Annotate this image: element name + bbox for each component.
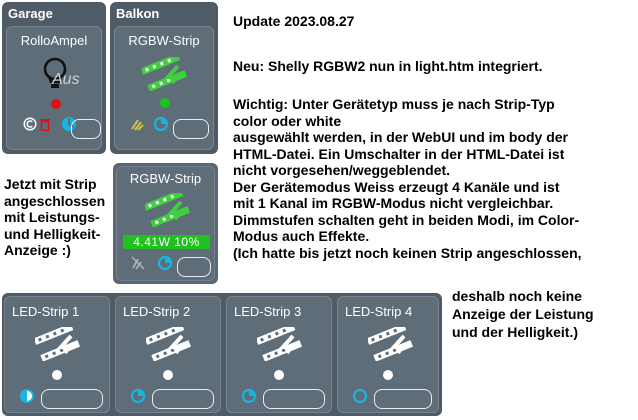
side-note-line: und Helligkeit- (4, 225, 101, 242)
group-panel-garage: Garage RolloAmpel Aus (2, 2, 106, 154)
lamp-status-text: Aus (52, 71, 80, 88)
half-circle-icon[interactable] (19, 388, 35, 404)
note-line: ausgewählt werden, in der WebUI und im b… (233, 129, 569, 145)
status-dot (160, 98, 170, 108)
status-dot (163, 370, 173, 380)
side-note: Jetzt mit Strip angeschlossen mit Leistu… (4, 176, 105, 259)
group-header-balkon: Balkon (116, 6, 160, 21)
no-effect-icon[interactable] (131, 256, 145, 270)
tile-title: LED-Strip 4 (345, 304, 413, 319)
dim-slider[interactable] (71, 119, 101, 139)
note-line: nicht vorgesehen/weggeblendet. (233, 162, 451, 178)
device-tile-rgbw-strip-balkon[interactable]: RGBW-Strip (114, 26, 214, 150)
tile-title: RGBW-Strip (128, 33, 200, 48)
note-line: color oder white (233, 112, 342, 129)
note-line: mit 1 Kanal im RGBW-Modus nicht vergleic… (233, 195, 554, 211)
note-line: Dimmstufen schalten geht in beiden Modi,… (233, 211, 580, 228)
timer-icon[interactable] (130, 388, 146, 404)
led-strips-panel: LED-Strip 1 LED-Strip 2 LED-Strip 3 LED-… (2, 293, 442, 416)
ring-icon[interactable] (352, 388, 368, 404)
dim-slider[interactable] (263, 389, 325, 409)
update-heading: Update 2023.08.27 (233, 13, 355, 29)
note-line: Anzeige der Leistung (452, 306, 594, 322)
status-dot (383, 370, 393, 380)
tile-title: LED-Strip 3 (234, 304, 302, 319)
status-dot (52, 370, 62, 380)
effect-icon[interactable] (131, 117, 147, 131)
status-dot (274, 370, 284, 380)
group-header-garage: Garage (8, 6, 53, 21)
tile-title: LED-Strip 2 (123, 304, 191, 319)
device-tile-led-strip-1[interactable]: LED-Strip 1 (4, 296, 110, 413)
led-strip-icon[interactable] (257, 327, 303, 361)
timer-icon[interactable] (157, 255, 173, 271)
note-line: Wichtig: Unter Gerätetyp muss je nach St… (233, 96, 555, 112)
side-note-line: Anzeige :) (4, 242, 71, 258)
note-line: (Ich hatte bis jetzt noch keinen Strip a… (233, 244, 582, 261)
neu-line: Neu: Shelly RGBW2 nun in light.htm integ… (233, 58, 543, 74)
device-tile-rgbw-strip-connected[interactable]: RGBW-Strip 4.41W 10% (116, 166, 215, 281)
status-dot (51, 99, 61, 109)
led-strip-icon[interactable] (142, 57, 188, 91)
timer-icon[interactable] (241, 388, 257, 404)
device-tile-led-strip-3[interactable]: LED-Strip 3 (226, 296, 332, 413)
dim-slider[interactable] (41, 389, 103, 409)
dim-slider[interactable] (374, 389, 432, 409)
group-panel-balkon: Balkon RGBW-Strip (110, 2, 218, 154)
device-tile-rolloampel[interactable]: RolloAmpel Aus (6, 26, 102, 150)
side-note-line: angeschlossen (4, 192, 106, 209)
tail-paragraph: deshalb noch keine Anzeige der Leistung … (452, 287, 594, 341)
note-line: HTML-Datei. Ein Umschalter in der HTML-D… (233, 145, 565, 162)
tile-title: LED-Strip 1 (12, 304, 80, 319)
dim-slider[interactable] (173, 119, 209, 139)
tile-title: RolloAmpel (20, 33, 88, 48)
tile-title: RGBW-Strip (129, 171, 202, 186)
device-tile-led-strip-4[interactable]: LED-Strip 4 (337, 296, 439, 413)
dim-slider[interactable] (152, 389, 214, 409)
device-tile-led-strip-2[interactable]: LED-Strip 2 (115, 296, 221, 413)
led-strip-icon[interactable] (368, 327, 414, 361)
note-line: und der Helligkeit.) (452, 324, 579, 340)
led-strip-icon[interactable] (146, 327, 192, 361)
note-line: Der Gerätemodus Weiss erzeugt 4 Kanäle u… (233, 178, 560, 195)
note-line: Modus auch Effekte. (233, 228, 370, 244)
copyright-icon (23, 117, 37, 131)
led-strip-icon[interactable] (35, 327, 81, 361)
timer-icon[interactable] (153, 116, 169, 132)
side-note-line: mit Leistungs- (4, 209, 100, 225)
note-line: deshalb noch keine (452, 288, 582, 304)
dim-slider[interactable] (177, 257, 211, 277)
power-brightness-readout: 4.41W 10% (123, 235, 210, 249)
led-strip-icon[interactable] (145, 193, 191, 227)
side-note-line: Jetzt mit Strip (4, 176, 97, 192)
wichtig-paragraph: Wichtig: Unter Gerätetyp muss je nach St… (233, 96, 582, 261)
rgbw-panel-connected: RGBW-Strip 4.41W 10% (113, 163, 218, 284)
trash-icon[interactable] (39, 117, 51, 131)
